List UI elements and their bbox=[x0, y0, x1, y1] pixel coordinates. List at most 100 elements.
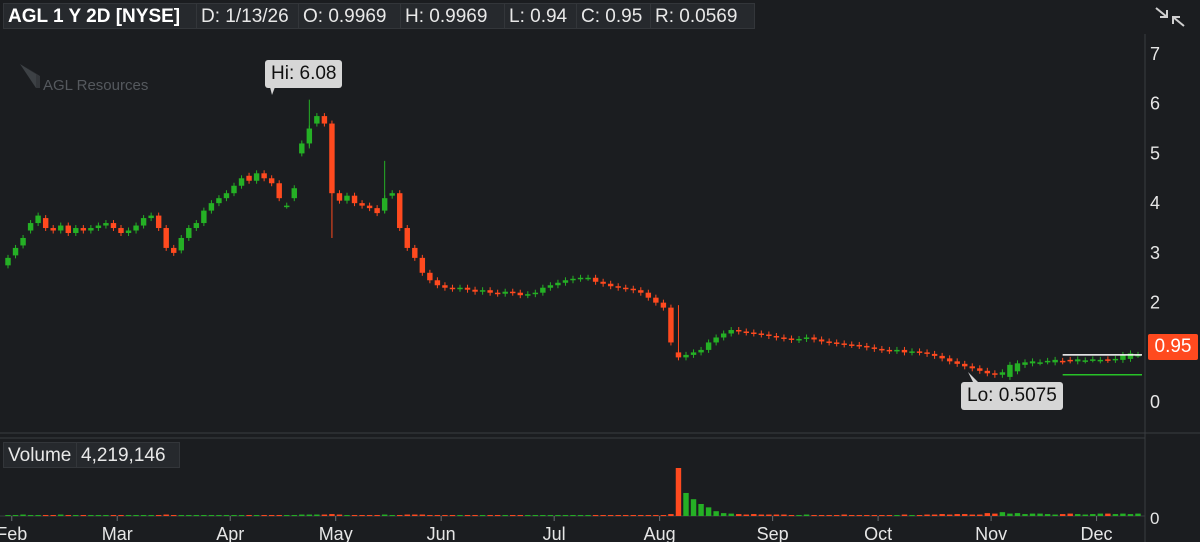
volume-bar bbox=[901, 514, 908, 516]
candle-body bbox=[155, 215, 162, 229]
volume-bar bbox=[1014, 513, 1021, 516]
volume-bar bbox=[1097, 513, 1104, 516]
volume-bar bbox=[1067, 513, 1073, 516]
volume-bar bbox=[826, 515, 832, 517]
volume-bar bbox=[253, 515, 260, 517]
candle-body bbox=[42, 218, 49, 229]
volume-bar bbox=[879, 515, 885, 517]
volume-bar bbox=[434, 515, 441, 517]
price-chart[interactable]: 01234567 FebMarAprMayJunJulAugSepOctNovD… bbox=[0, 0, 1200, 542]
x-tick-label: Mar bbox=[102, 524, 133, 542]
y-tick-label: 6 bbox=[1150, 94, 1160, 114]
volume-bar bbox=[728, 513, 734, 516]
volume-bar bbox=[607, 515, 614, 517]
volume-bar bbox=[1007, 513, 1013, 516]
volume-bar bbox=[999, 512, 1006, 516]
volume-bar bbox=[50, 515, 56, 517]
volume-bar bbox=[133, 515, 139, 517]
candle-body bbox=[781, 337, 787, 339]
candle-body bbox=[88, 228, 94, 231]
volume-bar bbox=[299, 514, 305, 516]
volume-bar bbox=[306, 514, 313, 516]
candle-body bbox=[931, 353, 938, 356]
volume-bar bbox=[690, 499, 697, 516]
volume-bar bbox=[12, 515, 19, 517]
candle-body bbox=[856, 344, 862, 347]
candle-body bbox=[1097, 359, 1104, 362]
volume-label[interactable]: Volume bbox=[3, 442, 78, 468]
volume-bar bbox=[736, 514, 742, 516]
candle-body bbox=[532, 292, 539, 295]
candle-body bbox=[796, 338, 802, 341]
candle-body bbox=[502, 291, 508, 294]
candle-body bbox=[969, 366, 975, 369]
candle-body bbox=[758, 333, 765, 335]
volume-bar bbox=[1135, 513, 1141, 516]
volume-bar bbox=[562, 515, 569, 517]
volume-bar bbox=[464, 515, 471, 517]
volume-bar bbox=[946, 514, 953, 516]
candle-body bbox=[404, 228, 410, 248]
candle-body bbox=[1044, 360, 1051, 363]
volume-bar bbox=[788, 515, 795, 517]
volume-bar bbox=[291, 515, 297, 517]
candle-body bbox=[291, 188, 297, 199]
candle-body bbox=[698, 349, 704, 353]
volume-bar bbox=[984, 513, 991, 516]
close-label: C: 0.95 bbox=[576, 3, 652, 29]
volume-axis-zero: 0 bbox=[1150, 509, 1159, 528]
candle-body bbox=[268, 178, 275, 184]
volume-bar bbox=[977, 514, 983, 516]
candle-body bbox=[1112, 358, 1119, 361]
candle-body bbox=[849, 344, 855, 346]
candle-body bbox=[457, 287, 463, 290]
volume-bar bbox=[743, 514, 749, 516]
symbol-label[interactable]: AGL 1 Y 2D [NYSE] bbox=[3, 3, 198, 29]
volume-bar bbox=[208, 515, 215, 517]
candle-body bbox=[962, 363, 968, 367]
volume-bar bbox=[818, 515, 825, 517]
volume-bar bbox=[329, 514, 335, 516]
candle-body bbox=[977, 368, 983, 371]
candle-body bbox=[886, 349, 893, 352]
candle-body bbox=[879, 348, 885, 351]
candle-body bbox=[510, 291, 516, 294]
candle-body bbox=[570, 278, 576, 281]
candle-body bbox=[246, 175, 252, 181]
candle-body bbox=[178, 237, 184, 251]
open-label: O: 0.9969 bbox=[298, 3, 402, 29]
volume-bar bbox=[419, 514, 426, 516]
volume-bar bbox=[231, 515, 237, 517]
volume-bar bbox=[660, 515, 667, 517]
candle-body bbox=[743, 331, 749, 334]
x-tick-label: Dec bbox=[1081, 524, 1113, 542]
volume-bar bbox=[638, 515, 644, 517]
x-tick-label: Aug bbox=[644, 524, 676, 542]
volume-bar bbox=[849, 515, 855, 517]
candle-body bbox=[231, 185, 237, 194]
volume-bar bbox=[668, 514, 674, 516]
candle-body bbox=[1082, 360, 1088, 362]
candle-body bbox=[894, 349, 900, 352]
candle-body bbox=[110, 223, 117, 229]
candle-body bbox=[833, 342, 840, 344]
candle-body bbox=[909, 351, 915, 353]
candle-body bbox=[1014, 363, 1021, 372]
volume-bar bbox=[457, 515, 463, 517]
volume-bar bbox=[1127, 514, 1134, 516]
volume-bar bbox=[344, 515, 350, 517]
candle-body bbox=[261, 173, 267, 179]
x-tick-label: Oct bbox=[864, 524, 892, 542]
collapse-chart-button[interactable] bbox=[1148, 2, 1192, 32]
x-tick-label: Jul bbox=[543, 524, 566, 542]
last-price-tag: 0.95 bbox=[1148, 334, 1198, 360]
candle-body bbox=[494, 292, 501, 295]
volume-bar bbox=[351, 515, 358, 517]
candle-body bbox=[5, 257, 11, 266]
range-label: R: 0.0569 bbox=[650, 3, 755, 29]
volume-bar bbox=[268, 515, 275, 517]
low-label: L: 0.94 bbox=[504, 3, 578, 29]
volume-bar bbox=[502, 515, 508, 517]
volume-bar bbox=[653, 515, 659, 517]
candle-body bbox=[284, 205, 290, 208]
